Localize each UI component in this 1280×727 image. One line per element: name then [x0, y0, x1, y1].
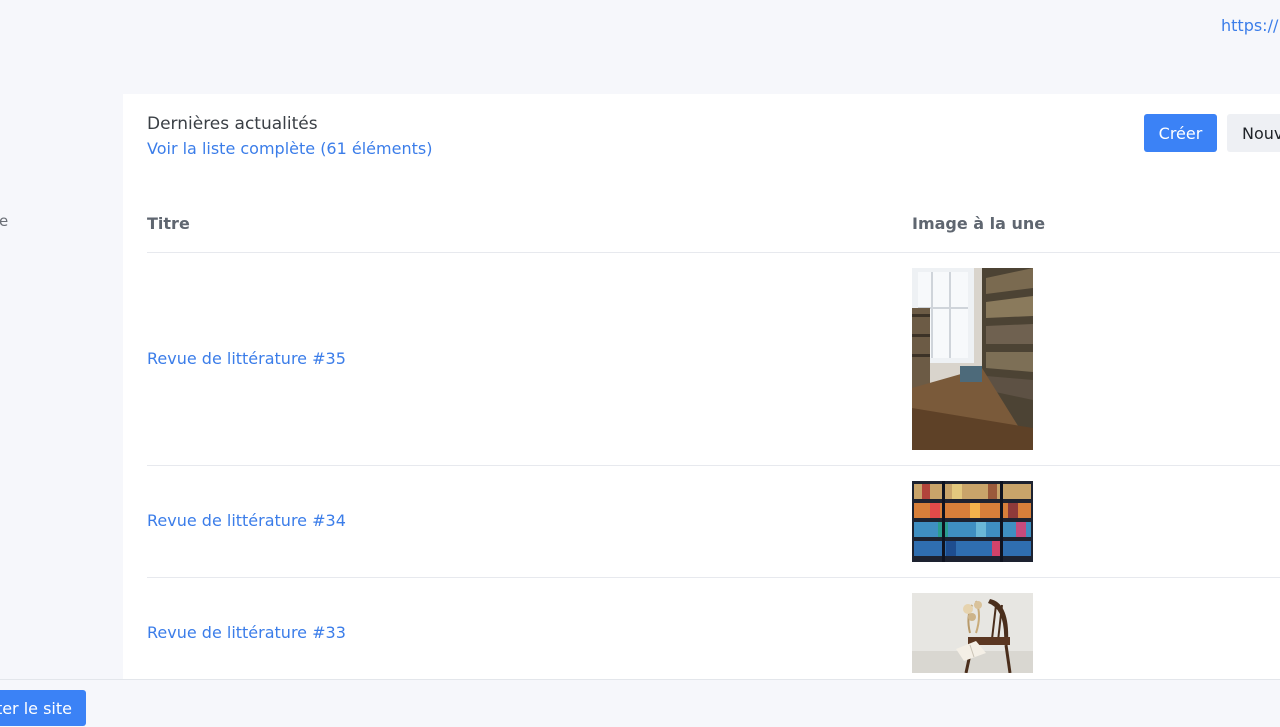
sidebar-partial-text: e [0, 212, 9, 230]
table-row-title-link[interactable]: Revue de littérature #35 [147, 349, 346, 368]
row-divider [147, 465, 1280, 466]
see-full-list-link[interactable]: Voir la liste complète (61 éléments) [147, 139, 432, 158]
featured-image-thumbnail[interactable] [912, 593, 1033, 673]
library-interior-photo [912, 268, 1033, 450]
column-header-title: Titre [147, 214, 190, 233]
featured-image-thumbnail[interactable] [912, 481, 1033, 562]
chair-with-open-book-photo [912, 593, 1033, 673]
new-button[interactable]: Nouv [1227, 114, 1280, 152]
footer-divider [0, 679, 1280, 680]
table-row-title-link[interactable]: Revue de littérature #34 [147, 511, 346, 530]
create-button[interactable]: Créer [1144, 114, 1217, 152]
visit-site-button[interactable]: ter le site [0, 690, 86, 726]
column-header-featured-image: Image à la une [912, 214, 1046, 233]
latest-news-card: Dernières actualités Voir la liste compl… [123, 94, 1280, 680]
colorful-bookshelf-photo [912, 481, 1033, 562]
featured-image-thumbnail[interactable] [912, 268, 1033, 450]
header-divider [147, 252, 1280, 253]
card-title: Dernières actualités [147, 114, 318, 134]
table-row-title-link[interactable]: Revue de littérature #33 [147, 623, 346, 642]
site-url-link[interactable]: https:// [1221, 16, 1278, 35]
row-divider [147, 577, 1280, 578]
